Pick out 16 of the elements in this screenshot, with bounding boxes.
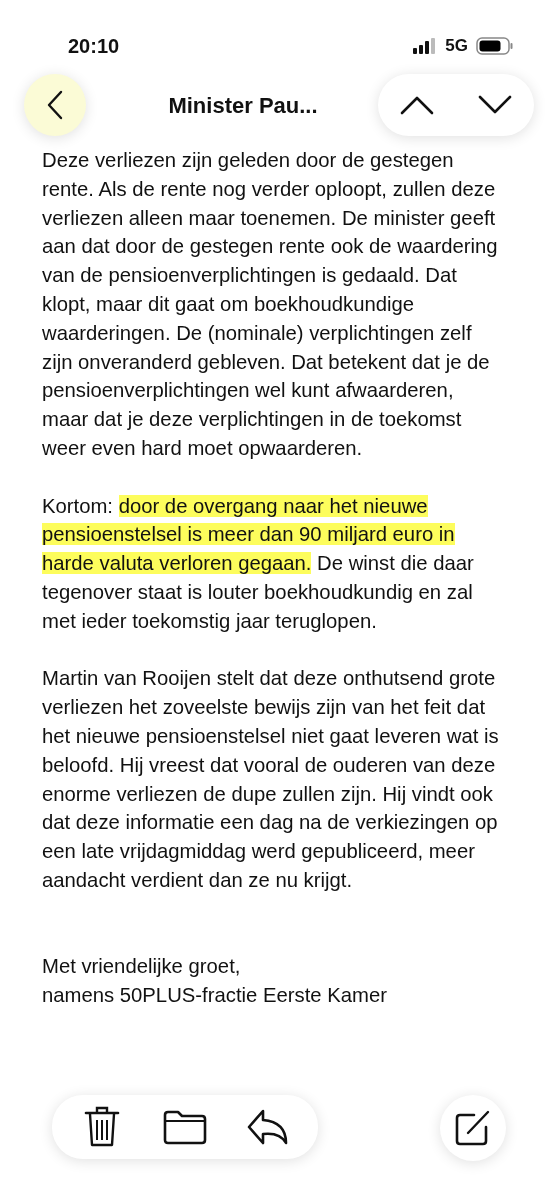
message-title: Minister Pau... <box>167 91 319 120</box>
body-paragraph: Martin van Rooijen stelt dat deze onthutsend grote verliezen het zoveelste bewijs zijn van het feit dat het nieuwe pensioenstelsel niet gaat leveren wat is beloofd. Hij vreest dat vooral de ouderen van deze enorme verliezen de dupe zullen zijn. Hij vindt ook dat deze informatie een dag na de verkiezingen op een late vrijdagmiddag werd gepubliceerd, meer aandacht verdient dan ze nu krijgt. <box>42 666 500 893</box>
body-paragraph: Kortom: door de overgang naar het nieuwe pensioenstelsel is meer dan 90 miljard euro in harde valuta verloren gegaan. De winst die daar tegenover staat is louter boekhoudkundig en zal met ieder toekomstig jaar teruglopen. <box>42 493 475 634</box>
back-chevron-icon <box>47 90 63 120</box>
trash-icon <box>83 1106 120 1148</box>
network-label: 5G <box>445 35 468 58</box>
signal-icon <box>413 38 438 54</box>
body-paragraph: Deze verliezen zijn geleden door de gestegen rente. Als de rente nog verder oploopt, zullen deze verliezen alleen maar toenemen. De minister geeft aan dat door de gestegen rente ook de waardering van de pensioenverplichtingen is gedaald. Dat klopt, maar dit gaat om boekhoudkundige waarderingen. De (nominale) verplichtingen zelf zijn onveranderd gebleven. Dat betekent dat je de pensioenverplichtingen wel kunt afwaarderen, maar dat je deze verplichtingen in de toekomst weer even hard moet opwaarderen. <box>42 148 499 461</box>
up-chevron-icon <box>400 95 434 115</box>
compose-icon <box>454 1109 492 1147</box>
down-chevron-icon <box>478 95 512 115</box>
signature-line: namens 50PLUS-fractie Eerste Kamer <box>42 982 388 1008</box>
folder-icon <box>163 1109 207 1145</box>
signature-line: Met vriendelijke groet, <box>42 953 242 979</box>
battery-icon <box>476 37 514 55</box>
status-time: 20:10 <box>68 34 120 59</box>
